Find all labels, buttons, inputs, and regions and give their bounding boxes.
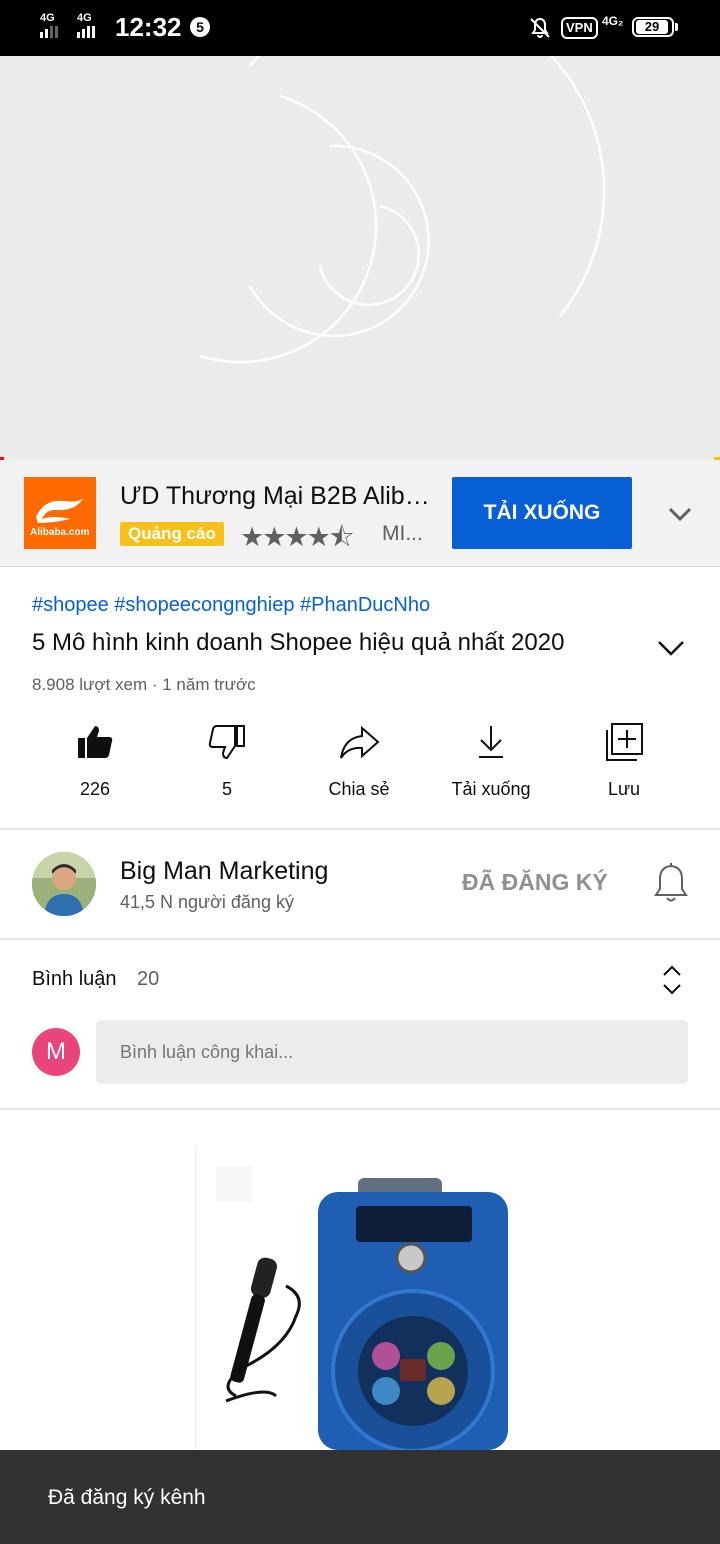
alibaba-logo-text: Alibaba.com [30,527,90,538]
comment-input[interactable] [96,1020,688,1084]
battery-level: 29 [636,20,668,34]
channel-avatar[interactable] [32,852,96,916]
expand-collapse-icon[interactable] [660,964,684,996]
battery-icon: 29 [632,17,674,37]
user-avatar: M [32,1028,80,1076]
subscribed-button[interactable]: ĐÃ ĐĂNG KÝ [462,869,608,896]
bell-muted-icon [530,17,550,38]
signal-2-icon [77,26,95,38]
expand-description-chevron-icon[interactable] [656,636,686,660]
divider [0,938,720,940]
comments-count: 20 [137,968,160,990]
battery-tip [675,23,678,31]
like-button[interactable]: 226 [35,722,155,800]
share-button[interactable]: Chia sẻ [299,722,419,800]
speaker-product-image [216,1166,508,1453]
channel-avatar-image [32,852,96,916]
dislike-count: 5 [221,779,232,799]
video-placeholder-graphic [0,0,720,460]
video-player[interactable] [0,0,720,460]
snackbar-text: Đã đăng ký kênh [48,1486,206,1509]
thumbs-down-icon [208,725,245,760]
signal-1-label: 4G [40,12,55,24]
share-icon [340,725,380,759]
video-title[interactable]: 5 Mô hình kinh doanh Shopee hiệu quả nhấ… [32,628,632,658]
divider [0,828,720,830]
ad-banner[interactable]: Alibaba.com ƯD Thương Mại B2B Alibaba Qu… [0,460,720,567]
share-label: Chia sẻ [328,779,390,799]
save-label: Lưu [607,779,641,799]
notification-count-badge: 5 [190,17,210,37]
add-to-playlist-icon [606,723,643,761]
ad-badge: Quảng cáo [120,522,224,546]
ad-expand-chevron-icon[interactable] [666,500,694,528]
download-button[interactable]: Tải xuống [431,722,551,800]
ad-download-button[interactable]: TẢI XUỐNG [452,477,632,549]
notification-bell-icon[interactable] [652,862,690,904]
download-icon [479,726,503,758]
vpn-icon: VPN [561,17,598,39]
video-hashtags[interactable]: #shopee #shopeecongnghiep #PhanDucNho [32,594,430,617]
product-image[interactable] [195,1146,536,1453]
like-count: 226 [79,779,111,799]
channel-name[interactable]: Big Man Marketing [120,857,328,886]
network-indicator: 4G₂ [602,14,624,28]
signal-1-icon [40,26,58,38]
signal-2-label: 4G [77,12,92,24]
video-meta: 8.908 lượt xem · 1 năm trước [32,675,256,694]
ad-more-text: MI... [382,522,423,545]
status-bar: 4G 4G 12:32 5 VPN 4G₂ 29 [0,0,720,56]
ad-title[interactable]: ƯD Thương Mại B2B Alibaba [120,482,438,511]
divider [0,1108,720,1110]
thumbs-up-icon [78,726,113,758]
subscriber-count: 41,5 N người đăng ký [120,892,294,912]
ad-rating-stars: ★★★★⯪ [240,522,354,552]
snackbar: Đã đăng ký kênh [0,1450,720,1544]
save-button[interactable]: Lưu [564,722,684,800]
comments-label[interactable]: Bình luận [32,968,117,991]
alibaba-logo-icon [36,497,84,523]
clock: 12:32 [115,12,182,42]
download-label: Tải xuống [451,779,531,799]
dislike-button[interactable]: 5 [167,722,287,800]
alibaba-logo: Alibaba.com [24,477,96,549]
